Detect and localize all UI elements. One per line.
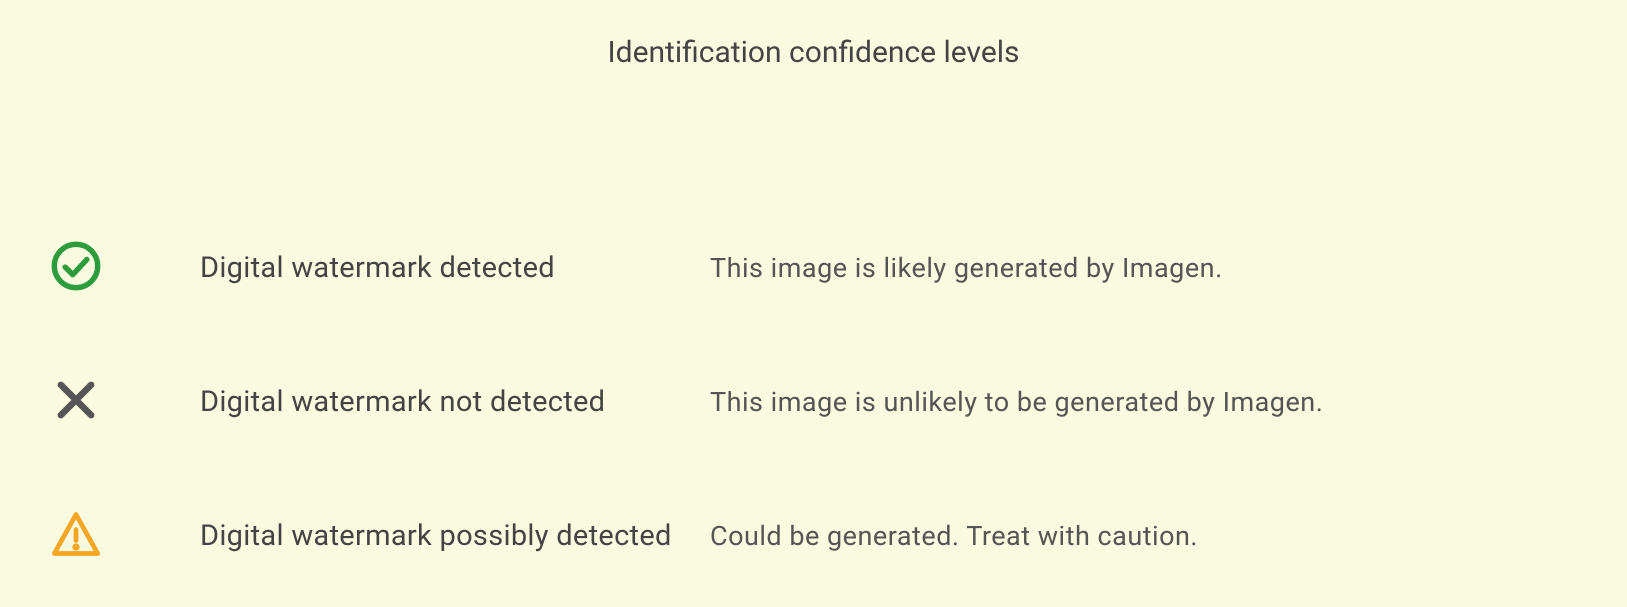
status-label: Digital watermark detected <box>200 251 710 285</box>
table-row: Digital watermark possibly detected Coul… <box>50 508 1577 564</box>
description-label: This image is likely generated by Imagen… <box>710 252 1223 284</box>
confidence-levels-table: Digital watermark detected This image is… <box>50 240 1577 564</box>
table-row: Digital watermark detected This image is… <box>50 240 1577 296</box>
icon-cell <box>50 240 200 296</box>
page-title: Identification confidence levels <box>50 35 1577 70</box>
description-label: This image is unlikely to be generated b… <box>710 386 1323 418</box>
icon-cell <box>50 374 200 430</box>
table-row: Digital watermark not detected This imag… <box>50 374 1577 430</box>
description-label: Could be generated. Treat with caution. <box>710 520 1198 552</box>
status-label: Digital watermark not detected <box>200 385 710 419</box>
cross-icon <box>50 374 102 430</box>
status-label: Digital watermark possibly detected <box>200 519 710 553</box>
icon-cell <box>50 508 200 564</box>
warning-triangle-icon <box>50 508 102 564</box>
check-circle-icon <box>50 240 102 296</box>
